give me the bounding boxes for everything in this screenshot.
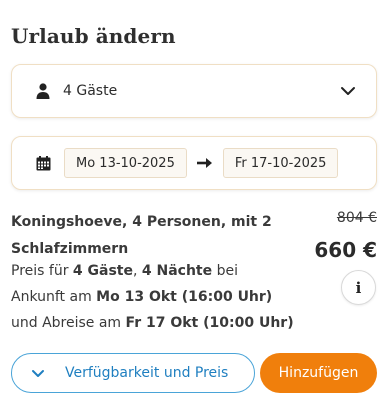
calendar-icon <box>36 155 51 171</box>
availability-price-button[interactable]: Verfügbarkeit und Preis <box>11 353 255 393</box>
chevron-down-icon <box>30 365 46 381</box>
listing-name: Koningshoeve, 4 Personen, mit 2 Schlafzi… <box>11 214 272 257</box>
price-info-line: Preis für 4 Gäste, 4 Nächte bei <box>11 263 238 279</box>
chevron-down-icon <box>340 83 356 99</box>
departure-line: und Abreise am Fr 17 Okt (10:00 Uhr) <box>11 315 294 331</box>
guest-count: 4 Gäste <box>72 263 133 279</box>
person-icon <box>34 82 52 100</box>
end-date-field[interactable]: Fr 17-10-2025 <box>222 148 339 178</box>
arrival-line: Ankunft am Mo 13 Okt (16:00 Uhr) <box>11 289 273 305</box>
night-count: 4 Nächte <box>141 263 213 279</box>
add-button[interactable]: Hinzufügen <box>260 353 377 393</box>
guests-label: 4 Gäste <box>63 83 118 99</box>
date-range-picker: Mo 13-10-2025 Fr 17-10-2025 <box>11 136 377 190</box>
guests-dropdown[interactable]: 4 Gäste <box>11 64 377 118</box>
start-date-field[interactable]: Mo 13-10-2025 <box>64 148 187 178</box>
arrow-right-icon <box>196 156 214 170</box>
discounted-price: 660 € <box>314 238 377 262</box>
original-price: 804 € <box>336 210 377 226</box>
departure-time: Fr 17 Okt (10:00 Uhr) <box>125 315 294 331</box>
arrival-time: Mo 13 Okt (16:00 Uhr) <box>96 289 273 305</box>
page-title: Urlaub ändern <box>11 24 176 48</box>
info-button[interactable]: i <box>341 270 376 305</box>
availability-button-label: Verfügbarkeit und Preis <box>65 365 229 381</box>
